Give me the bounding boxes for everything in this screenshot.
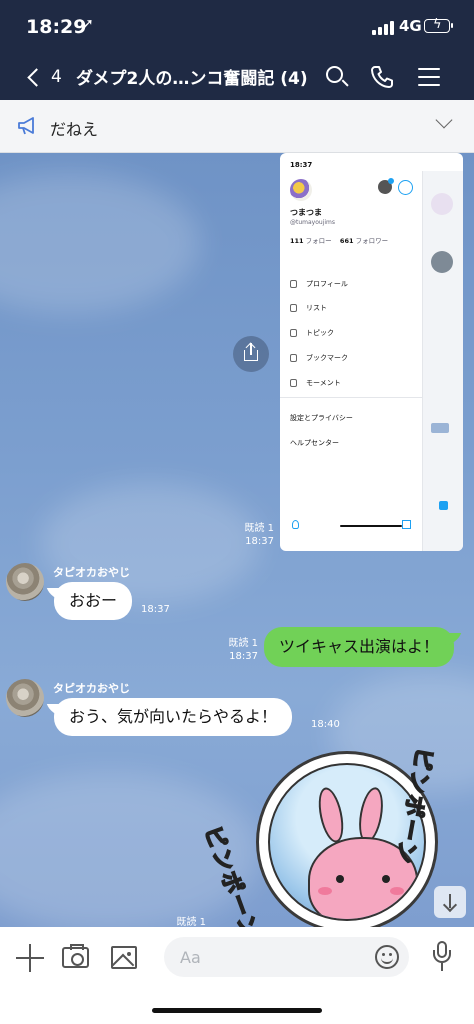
followers-count: 661 bbox=[339, 237, 354, 245]
menu-profile: プロフィール bbox=[290, 279, 348, 289]
sticker-message[interactable]: ピンポーン ピンポーン bbox=[198, 745, 448, 927]
plus-icon[interactable] bbox=[16, 944, 44, 972]
message-input[interactable] bbox=[180, 937, 370, 977]
chat-title: ダメプ2人の…ンコ奮闘記 (4) bbox=[76, 69, 308, 89]
share-button[interactable] bbox=[233, 336, 269, 372]
microphone-icon[interactable] bbox=[432, 941, 452, 973]
network-type: 4G bbox=[399, 17, 422, 35]
sender-name: タピオカおやじ bbox=[53, 682, 130, 695]
profile-name: つまつま bbox=[290, 208, 322, 217]
image-icon[interactable] bbox=[111, 946, 137, 969]
screenshot-drawer: つまつま @tumayoujims 111 フォロー 661 フォロワー プロフ… bbox=[280, 171, 422, 551]
message-text: ツイキャス出演はよ！ bbox=[279, 637, 440, 656]
more-accounts-icon bbox=[398, 180, 413, 195]
menu-topics: トピック bbox=[290, 328, 334, 338]
message-meta: 既読 1 18:37 bbox=[222, 637, 258, 663]
person-icon bbox=[290, 280, 297, 288]
menu-bookmarks: ブックマーク bbox=[290, 353, 348, 363]
qr-code-icon bbox=[402, 520, 411, 529]
account-avatar bbox=[378, 178, 394, 194]
message-time: 18:37 bbox=[141, 604, 170, 615]
avatar[interactable] bbox=[6, 679, 44, 717]
message-bubble[interactable]: おう、気が向いたらやるよ！ bbox=[54, 698, 293, 736]
screenshot-status-icons bbox=[423, 161, 453, 176]
message-time: 18:40 bbox=[311, 719, 340, 730]
unread-count: 4 bbox=[51, 67, 62, 87]
message-input-field[interactable] bbox=[164, 937, 409, 977]
message-time: 18:37 bbox=[229, 651, 258, 662]
chat-header: 4 ダメプ2人の…ンコ奮闘記 (4) bbox=[0, 54, 474, 100]
back-button[interactable]: 4 bbox=[24, 62, 64, 92]
sender-name: タピオカおやじ bbox=[53, 566, 130, 579]
menu-settings: 設定とプライバシー bbox=[290, 414, 353, 422]
message-bubble[interactable]: おおー bbox=[54, 582, 133, 620]
following-count: 111 bbox=[290, 237, 304, 245]
message-time: 18:37 bbox=[245, 536, 274, 547]
menu-moments: モーメント bbox=[290, 378, 341, 388]
screenshot-home-indicator bbox=[340, 525, 402, 527]
signal-icon bbox=[372, 20, 396, 35]
battery-icon bbox=[424, 19, 453, 33]
list-icon bbox=[290, 304, 297, 312]
menu-icon[interactable] bbox=[416, 63, 444, 91]
lightbulb-icon bbox=[292, 520, 299, 529]
menu-help: ヘルプセンター bbox=[290, 439, 339, 447]
phone-icon[interactable] bbox=[368, 63, 396, 91]
followers-label: フォロワー bbox=[355, 237, 389, 245]
read-receipt: 既読 1 bbox=[244, 523, 274, 534]
screenshot-timeline-edge bbox=[422, 171, 463, 551]
announcement-text: だねえ bbox=[50, 120, 99, 139]
follow-stats: 111 フォロー 661 フォロワー bbox=[290, 235, 388, 245]
emoji-icon[interactable] bbox=[375, 945, 399, 969]
bookmark-icon bbox=[290, 354, 297, 362]
status-bar: 18:29 ➚ 4G bbox=[0, 0, 474, 54]
message-text: おおー bbox=[69, 591, 118, 610]
camera-icon[interactable] bbox=[62, 944, 89, 968]
message-text: おう、気が向いたらやるよ！ bbox=[69, 707, 278, 726]
lightning-icon bbox=[290, 379, 297, 387]
message-meta: 既読 1 18:37 bbox=[226, 522, 274, 548]
topic-icon bbox=[290, 329, 297, 337]
chevron-down-icon[interactable] bbox=[435, 111, 453, 129]
profile-avatar bbox=[290, 179, 312, 201]
profile-handle: @tumayoujims bbox=[290, 219, 336, 226]
megaphone-icon bbox=[17, 116, 39, 140]
chat-area[interactable]: 既読 1 18:37 18:37 つまつま @tumayoujims 111 フ… bbox=[0, 153, 474, 927]
avatar[interactable] bbox=[6, 563, 44, 601]
read-receipt: 既読 1 bbox=[228, 638, 258, 649]
location-icon: ➚ bbox=[82, 16, 94, 32]
menu-lists: リスト bbox=[290, 303, 327, 313]
following-label: フォロー bbox=[305, 237, 332, 245]
read-receipt: 既読 1 bbox=[176, 917, 206, 927]
screenshot-time: 18:37 bbox=[290, 161, 313, 169]
sent-message-bubble[interactable]: ツイキャス出演はよ！ bbox=[264, 627, 455, 667]
status-time: 18:29 bbox=[26, 16, 87, 38]
chevron-left-icon bbox=[27, 67, 46, 87]
home-indicator bbox=[152, 1008, 322, 1013]
compose-icon bbox=[439, 501, 448, 510]
search-icon[interactable] bbox=[323, 63, 351, 91]
announcement-bar[interactable]: だねえ bbox=[0, 100, 474, 153]
image-message[interactable]: 18:37 つまつま @tumayoujims 111 フォロー 661 フォロ… bbox=[280, 153, 463, 551]
top-bar: 18:29 ➚ 4G 4 ダメプ2人の…ンコ奮闘記 (4) bbox=[0, 0, 474, 100]
scroll-to-bottom-button[interactable] bbox=[434, 886, 466, 918]
